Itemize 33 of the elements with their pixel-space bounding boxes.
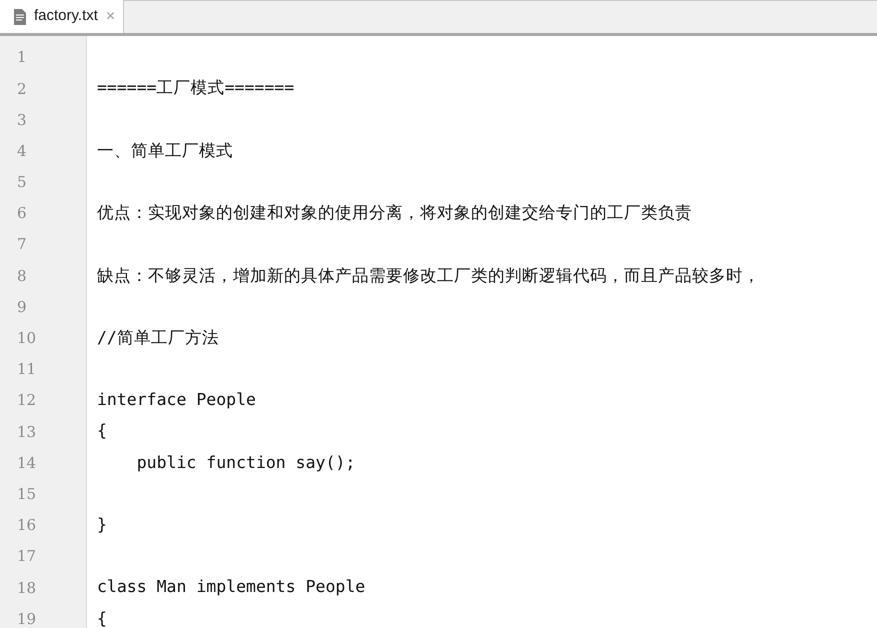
code-line: 缺点：不够灵活，增加新的具体产品需要修改工厂类的判断逻辑代码，而且产品较多时， [97, 264, 760, 287]
code-line: { [97, 608, 107, 628]
line-number: 5 [17, 172, 27, 194]
line-number: 12 [17, 390, 36, 412]
document-icon [14, 8, 26, 24]
line-number: 7 [17, 234, 27, 256]
line-number: 13 [17, 422, 36, 443]
line-number: 10 [17, 328, 36, 350]
line-number: 6 [17, 203, 27, 224]
code-line: class Man implements People [97, 576, 366, 598]
line-number: 16 [17, 515, 36, 536]
code-line: } [97, 514, 107, 536]
code-line: 一、简单工厂模式 [97, 140, 233, 162]
code-line: public function say(); [136, 452, 356, 474]
line-number: 4 [17, 140, 27, 162]
line-number: 1 [17, 47, 27, 68]
line-number: 2 [17, 78, 27, 100]
line-number: 14 [17, 452, 36, 474]
line-number: 18 [17, 578, 36, 599]
tab-label: factory.txt [34, 6, 98, 26]
line-number: 9 [17, 296, 27, 318]
file-tab[interactable]: factory.txt × [0, 0, 124, 33]
code-line: { [97, 420, 107, 442]
line-number: 15 [17, 484, 36, 505]
line-number: 19 [17, 608, 36, 628]
code-line: interface People [97, 389, 256, 412]
line-number: 11 [17, 359, 36, 380]
code-line: //简单工厂方法 [97, 326, 219, 349]
line-number: 8 [17, 266, 27, 287]
code-line: ======工厂模式======= [97, 77, 294, 100]
line-number: 17 [17, 546, 36, 568]
code-line: 优点：实现对象的创建和对象的使用分离，将对象的创建交给专门的工厂类负责 [97, 202, 692, 224]
line-number: 3 [17, 110, 27, 131]
